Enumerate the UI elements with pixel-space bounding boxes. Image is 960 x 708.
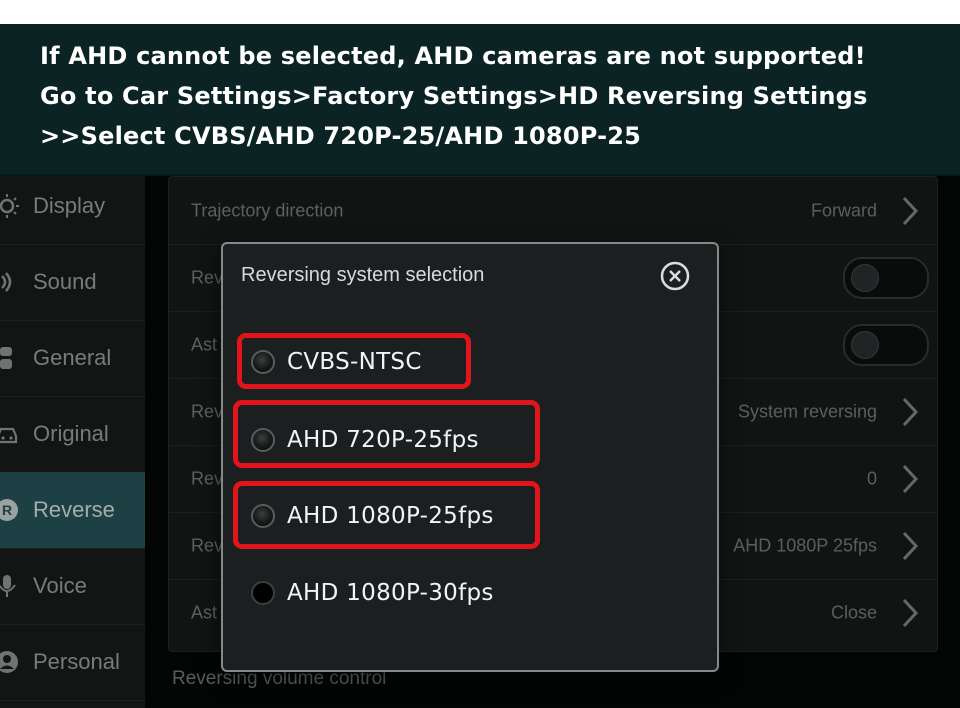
close-icon[interactable]	[659, 260, 691, 292]
highlight-box	[233, 400, 540, 468]
banner-line: >>Select CVBS/AHD 720P-25/AHD 1080P-25	[40, 122, 642, 150]
highlight-box	[233, 481, 540, 549]
screen: Display Sound General Original R Reverse…	[0, 24, 960, 708]
highlight-box	[237, 333, 471, 389]
option-ahd-1080p-30fps[interactable]: AHD 1080P-30fps	[223, 573, 523, 613]
banner-line: If AHD cannot be selected, AHD cameras a…	[40, 42, 866, 70]
banner-line: Go to Car Settings>Factory Settings>HD R…	[40, 82, 868, 110]
dialog-title: Reversing system selection	[241, 264, 485, 286]
option-label: AHD 1080P-30fps	[287, 580, 494, 606]
instruction-banner: If AHD cannot be selected, AHD cameras a…	[0, 24, 960, 176]
radio-button[interactable]	[251, 581, 275, 605]
